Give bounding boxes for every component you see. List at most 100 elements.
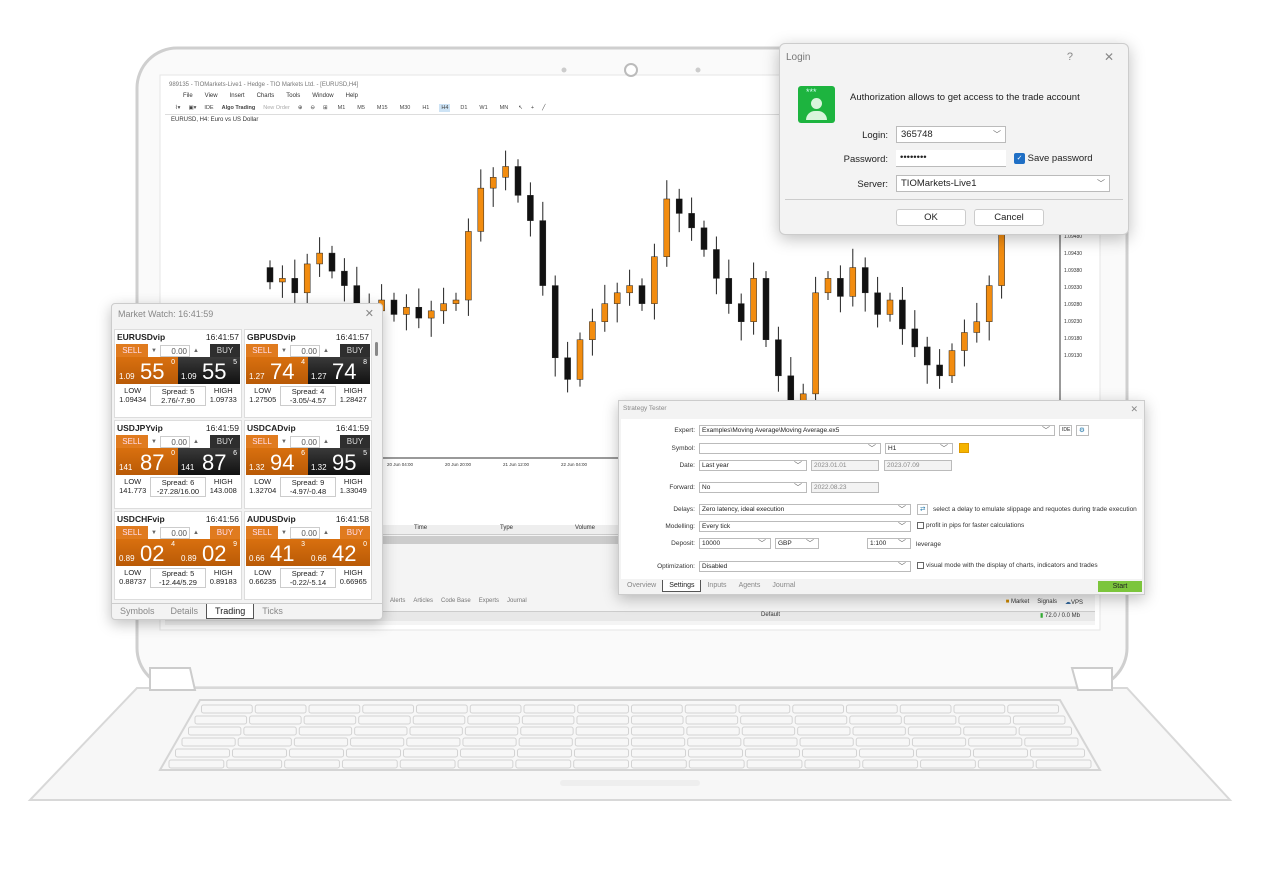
ask-price[interactable]: 141 87 6 bbox=[178, 448, 240, 475]
forward-date-field[interactable]: 2022.08.23 bbox=[811, 482, 879, 493]
volume-input[interactable]: 0.00 bbox=[160, 435, 190, 448]
tab-articles[interactable]: Articles bbox=[413, 598, 433, 604]
volume-input[interactable]: 0.00 bbox=[290, 435, 320, 448]
buy-button[interactable]: BUY bbox=[340, 526, 370, 539]
signals-link[interactable]: Signals bbox=[1037, 599, 1057, 606]
ask-price[interactable]: 1.32 95 5 bbox=[308, 448, 370, 475]
volume-input[interactable]: 0.00 bbox=[160, 344, 190, 357]
ask-price[interactable]: 1.27 74 8 bbox=[308, 357, 370, 384]
trendline-icon[interactable]: ╱ bbox=[542, 105, 545, 111]
close-icon[interactable]: ✕ bbox=[1130, 404, 1138, 415]
leverage-select[interactable]: 1:100 ﹀ bbox=[867, 538, 911, 549]
tab-trading[interactable]: Trading bbox=[206, 604, 255, 619]
col-type[interactable]: Type bbox=[500, 525, 513, 531]
save-password-checkbox[interactable]: ✓ Save password bbox=[1014, 153, 1093, 164]
tab-code-base[interactable]: Code Base bbox=[441, 598, 471, 604]
sell-button[interactable]: SELL bbox=[246, 435, 278, 448]
currency-select[interactable]: GBP ﹀ bbox=[775, 538, 819, 549]
sell-button[interactable]: SELL bbox=[116, 526, 148, 539]
tf-w1[interactable]: W1 bbox=[477, 104, 489, 112]
increase-volume-icon[interactable]: ▲ bbox=[190, 439, 202, 445]
modelling-select[interactable]: Every tick ﹀ bbox=[699, 521, 911, 532]
expert-select[interactable]: Examples\Moving Average\Moving Average.e… bbox=[699, 425, 1055, 436]
tab-inputs[interactable]: Inputs bbox=[701, 580, 732, 592]
tf-h1[interactable]: H1 bbox=[420, 104, 431, 112]
sell-button[interactable]: SELL bbox=[116, 344, 148, 357]
bid-price[interactable]: 1.32 94 6 bbox=[246, 448, 308, 475]
increase-volume-icon[interactable]: ▲ bbox=[320, 439, 332, 445]
password-field[interactable]: •••••••• bbox=[896, 150, 1006, 167]
login-field[interactable]: 365748 ﹀ bbox=[896, 126, 1006, 143]
menu-tools[interactable]: Tools bbox=[286, 91, 300, 101]
ask-price[interactable]: 0.89 02 9 bbox=[178, 539, 240, 566]
buy-button[interactable]: BUY bbox=[210, 526, 240, 539]
tab-agents[interactable]: Agents bbox=[733, 580, 767, 592]
tf-m15[interactable]: M15 bbox=[375, 104, 390, 112]
vps-link[interactable]: ☁VPS bbox=[1065, 599, 1083, 606]
symbol-select[interactable]: ﹀ bbox=[699, 443, 881, 454]
pips-checkbox[interactable]: profit in pips for faster calculations bbox=[917, 522, 1024, 529]
tab-details[interactable]: Details bbox=[163, 604, 207, 619]
delays-select[interactable]: Zero latency, ideal execution ﹀ bbox=[699, 504, 911, 515]
decrease-volume-icon[interactable]: ▼ bbox=[148, 348, 160, 354]
menu-file[interactable]: File bbox=[183, 91, 193, 101]
tf-m5[interactable]: M5 bbox=[355, 104, 367, 112]
tf-m1[interactable]: M1 bbox=[336, 104, 348, 112]
volume-input[interactable]: 0.00 bbox=[160, 526, 190, 539]
zoom-out-icon[interactable]: ⊖ bbox=[310, 105, 315, 111]
increase-volume-icon[interactable]: ▲ bbox=[320, 348, 332, 354]
buy-button[interactable]: BUY bbox=[210, 344, 240, 357]
menu-insert[interactable]: Insert bbox=[230, 91, 245, 101]
tab-overview[interactable]: Overview bbox=[621, 580, 662, 592]
buy-button[interactable]: BUY bbox=[210, 435, 240, 448]
cursor-icon[interactable]: ↖ bbox=[518, 105, 523, 111]
deposit-select[interactable]: 10000 ﹀ bbox=[699, 538, 771, 549]
template-icon[interactable]: ▣▾ bbox=[188, 105, 196, 111]
delay-settings-icon[interactable]: ⇄ bbox=[917, 504, 928, 515]
menu-help[interactable]: Help bbox=[346, 91, 358, 101]
tf-d1[interactable]: D1 bbox=[458, 104, 469, 112]
col-time[interactable]: Time bbox=[414, 525, 427, 531]
tab-journal[interactable]: Journal bbox=[507, 598, 527, 604]
tf-mn[interactable]: MN bbox=[498, 104, 511, 112]
period-select[interactable]: H1 ﹀ bbox=[885, 443, 953, 454]
col-volume[interactable]: Volume bbox=[575, 525, 595, 531]
scrollbar[interactable] bbox=[375, 342, 378, 356]
sell-button[interactable]: SELL bbox=[246, 344, 278, 357]
ide-button[interactable]: IDE bbox=[204, 105, 213, 111]
market-link[interactable]: ■ Market bbox=[1006, 599, 1030, 606]
increase-volume-icon[interactable]: ▲ bbox=[190, 530, 202, 536]
increase-volume-icon[interactable]: ▲ bbox=[320, 530, 332, 536]
date-from-field[interactable]: 2023.01.01 bbox=[811, 460, 879, 471]
tab-settings[interactable]: Settings bbox=[662, 580, 702, 592]
zoom-in-icon[interactable]: ⊕ bbox=[298, 105, 303, 111]
tab-journal[interactable]: Journal bbox=[766, 580, 801, 592]
sell-button[interactable]: SELL bbox=[246, 526, 278, 539]
new-order-button[interactable]: New Order bbox=[263, 105, 290, 111]
decrease-volume-icon[interactable]: ▼ bbox=[148, 530, 160, 536]
tf-m30[interactable]: M30 bbox=[398, 104, 413, 112]
bid-price[interactable]: 0.66 41 3 bbox=[246, 539, 308, 566]
decrease-volume-icon[interactable]: ▼ bbox=[148, 439, 160, 445]
bid-price[interactable]: 1.09 55 0 bbox=[116, 357, 178, 384]
symbol-properties-icon[interactable] bbox=[959, 443, 969, 453]
algo-trading-button[interactable]: Algo Trading bbox=[222, 105, 256, 111]
decrease-volume-icon[interactable]: ▼ bbox=[278, 348, 290, 354]
ide-button[interactable]: IDE bbox=[1059, 425, 1072, 436]
ok-button[interactable]: OK bbox=[896, 209, 966, 226]
help-button[interactable]: ? bbox=[1067, 51, 1073, 63]
volume-input[interactable]: 0.00 bbox=[290, 526, 320, 539]
bid-price[interactable]: 0.89 02 4 bbox=[116, 539, 178, 566]
visual-mode-checkbox[interactable]: visual mode with the display of charts, … bbox=[917, 562, 1098, 569]
optimization-select[interactable]: Disabled ﹀ bbox=[699, 561, 911, 572]
date-to-field[interactable]: 2023.07.09 bbox=[884, 460, 952, 471]
date-range-select[interactable]: Last year ﹀ bbox=[699, 460, 807, 471]
ask-price[interactable]: 1.09 55 5 bbox=[178, 357, 240, 384]
bid-price[interactable]: 1.27 74 4 bbox=[246, 357, 308, 384]
buy-button[interactable]: BUY bbox=[340, 344, 370, 357]
decrease-volume-icon[interactable]: ▼ bbox=[278, 439, 290, 445]
server-field[interactable]: TIOMarkets-Live1 ﹀ bbox=[896, 175, 1110, 192]
cancel-button[interactable]: Cancel bbox=[974, 209, 1044, 226]
forward-select[interactable]: No ﹀ bbox=[699, 482, 807, 493]
close-icon[interactable]: ✕ bbox=[365, 304, 374, 324]
